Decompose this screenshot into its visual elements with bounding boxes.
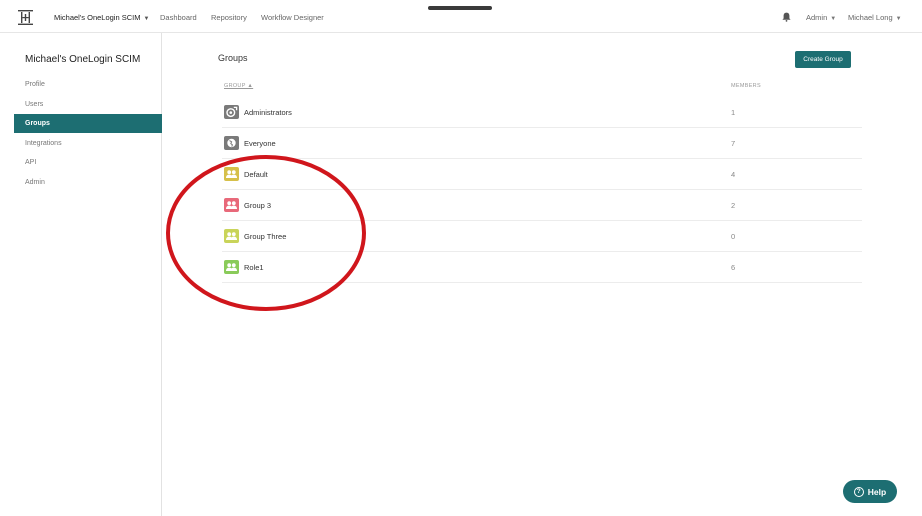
org-switcher-label: Michael's OneLogin SCIM [54, 13, 141, 22]
group-member-count: 7 [731, 139, 736, 148]
org-switcher[interactable]: Michael's OneLogin SCIM ▼ [54, 13, 149, 22]
help-button-label: Help [867, 486, 887, 497]
sidebar-item-users[interactable]: Users [14, 95, 162, 114]
group-member-count: 6 [731, 263, 736, 272]
sidebar-item-admin[interactable]: Admin [14, 173, 162, 192]
window-notch [428, 6, 492, 10]
user-menu-label: Michael Long [848, 13, 893, 22]
sidebar-item-integrations[interactable]: Integrations [14, 134, 162, 153]
chevron-down-icon: ▼ [895, 16, 902, 22]
sidebar: Michael's OneLogin SCIM Profile Users Gr… [0, 33, 162, 516]
group-member-count: 0 [731, 232, 736, 241]
table-row[interactable]: Role1 6 [222, 252, 862, 283]
column-header-members[interactable]: MEMBERS [731, 83, 761, 89]
table-row[interactable]: Group 3 2 [222, 190, 862, 221]
group-name[interactable]: Group 3 [244, 201, 271, 210]
people-icon [224, 167, 239, 181]
sidebar-item-profile[interactable]: Profile [14, 75, 162, 94]
sidebar-title: Michael's OneLogin SCIM [25, 54, 141, 65]
nav-workflow-designer[interactable]: Workflow Designer [261, 13, 324, 22]
help-button[interactable]: ? Help [843, 480, 897, 503]
user-menu[interactable]: Michael Long ▼ [848, 13, 902, 22]
group-member-count: 1 [731, 108, 736, 117]
nav-repository[interactable]: Repository [211, 13, 247, 22]
logo-icon[interactable] [18, 10, 33, 25]
sidebar-item-api[interactable]: API [14, 153, 162, 172]
table-row[interactable]: Everyone 7 [222, 128, 862, 159]
admin-menu[interactable]: Admin ▼ [806, 13, 836, 22]
nav-dashboard[interactable]: Dashboard [160, 13, 197, 22]
group-name[interactable]: Role1 [244, 263, 264, 272]
globe-icon [224, 136, 239, 150]
group-name[interactable]: Everyone [244, 139, 276, 148]
top-navigation-bar: Michael's OneLogin SCIM ▼ Dashboard Repos… [0, 0, 922, 33]
admin-group-icon [224, 105, 239, 119]
people-icon [224, 229, 239, 243]
table-row[interactable]: Administrators 1 [222, 97, 862, 128]
admin-menu-label: Admin [806, 13, 828, 22]
table-row[interactable]: Group Three 0 [222, 221, 862, 252]
page-title: Groups [218, 53, 248, 63]
help-icon: ? [853, 486, 864, 497]
group-name[interactable]: Administrators [244, 108, 292, 117]
chevron-down-icon: ▼ [143, 16, 150, 22]
group-name[interactable]: Group Three [244, 232, 286, 241]
table-row[interactable]: Default 4 [222, 159, 862, 190]
sidebar-item-groups[interactable]: Groups [14, 114, 162, 133]
bell-icon[interactable] [782, 12, 791, 22]
create-group-button[interactable]: Create Group [795, 51, 851, 68]
column-header-group[interactable]: GROUP ▲ [224, 83, 253, 89]
group-name[interactable]: Default [244, 170, 268, 179]
people-icon [224, 260, 239, 274]
chevron-down-icon: ▼ [830, 16, 837, 22]
group-member-count: 4 [731, 170, 736, 179]
group-member-count: 2 [731, 201, 736, 210]
people-icon [224, 198, 239, 212]
